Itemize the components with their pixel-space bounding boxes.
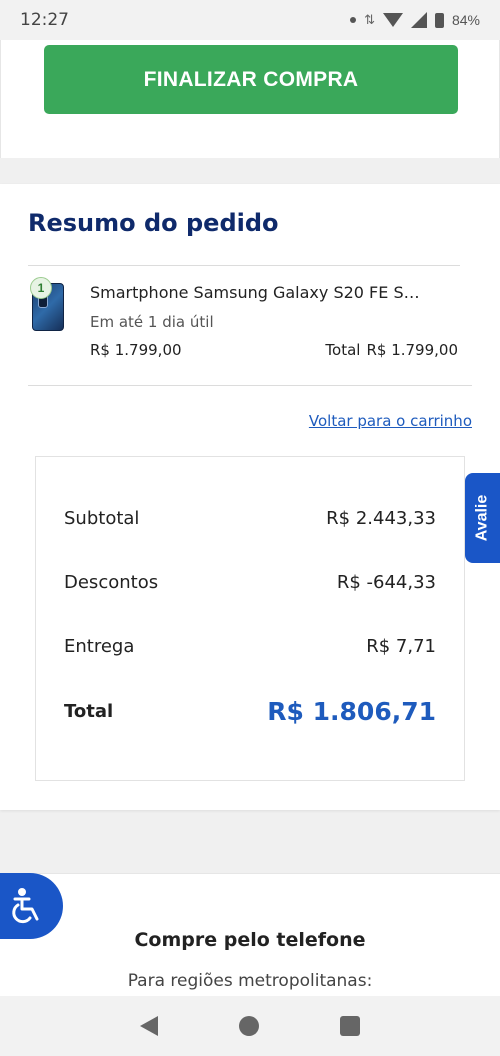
navigation-bar [0,996,500,1056]
discounts-row: Descontos R$ -644,33 [64,572,436,593]
totals-box: Subtotal R$ 2.443,33 Descontos R$ -644,3… [35,456,465,781]
order-summary: Resumo do pedido 1 Smartphone Samsung Ga… [0,184,500,810]
discounts-value: R$ -644,33 [336,572,436,593]
shipping-value: R$ 7,71 [366,636,436,657]
product-name[interactable]: Smartphone Samsung Galaxy S20 FE Sna… [90,283,420,302]
wifi-icon [382,13,403,27]
discounts-label: Descontos [64,572,159,593]
checkout-card: FINALIZAR COMPRA [0,40,500,158]
status-bar: 12:27 ⇅ 84% [0,0,500,40]
accessibility-icon [11,888,38,924]
back-to-cart-link[interactable]: Voltar para o carrinho [309,412,472,430]
phone-section-title: Compre pelo telefone [134,929,366,951]
divider [28,265,460,266]
signal-icon [410,12,427,28]
nav-recents-icon[interactable] [339,1016,360,1036]
status-icons: ⇅ 84% [350,12,480,28]
phone-purchase-section: Compre pelo telefone Para regiões metrop… [0,873,500,998]
shipping-label: Entrega [64,636,135,657]
shipping-row: Entrega R$ 7,71 [64,636,436,657]
accessibility-button[interactable] [0,873,63,939]
summary-title: Resumo do pedido [28,209,279,237]
item-total: Total R$ 1.799,00 [325,341,458,359]
feedback-tab[interactable]: Avalie [465,473,500,563]
subtotal-value: R$ 2.443,33 [326,508,436,529]
feedback-tab-label: Avalie [473,494,491,542]
order-item: 1 Smartphone Samsung Galaxy S20 FE Sna… … [28,267,460,367]
quantity-badge: 1 [30,277,52,299]
nav-back-icon[interactable] [140,1016,159,1036]
battery-percent: 84% [451,12,480,28]
unit-price: R$ 1.799,00 [90,341,182,359]
item-total-value: R$ 1.799,00 [366,341,458,359]
finalize-purchase-button[interactable]: FINALIZAR COMPRA [44,45,458,114]
product-image: 1 [30,277,66,331]
item-total-label: Total [325,341,361,359]
subtotal-row: Subtotal R$ 2.443,33 [64,508,436,529]
total-label: Total [64,701,114,722]
delivery-estimate: Em até 1 dia útil [90,313,214,331]
total-value: R$ 1.806,71 [267,697,436,726]
nav-home-icon[interactable] [238,1016,259,1036]
total-row: Total R$ 1.806,71 [64,697,436,726]
divider [28,385,472,386]
data-arrows-icon: ⇅ [364,12,375,27]
subtotal-label: Subtotal [64,508,140,529]
status-time: 12:27 [20,10,69,30]
notification-dot-icon [350,17,357,23]
battery-icon [434,12,444,28]
phone-section-subtitle: Para regiões metropolitanas: [127,971,373,991]
